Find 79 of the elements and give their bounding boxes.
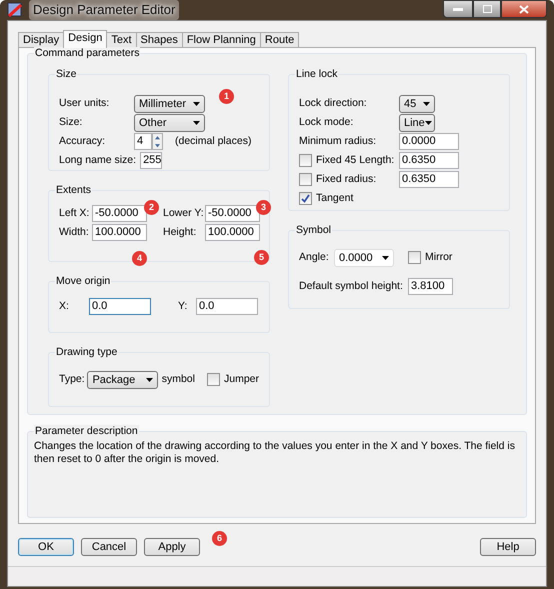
close-button[interactable] bbox=[501, 0, 547, 18]
minimize-button[interactable] bbox=[443, 0, 473, 18]
caret-icon bbox=[424, 120, 432, 124]
checkbox-label: Mirror bbox=[425, 250, 452, 265]
app-icon bbox=[7, 2, 23, 18]
field-label: Y: bbox=[178, 298, 188, 314]
text-field[interactable]: 0.6350 bbox=[399, 171, 459, 188]
text-field[interactable]: 0.0 bbox=[89, 298, 151, 315]
text-field[interactable]: 0.0 bbox=[196, 298, 258, 315]
field-label: User units: bbox=[59, 96, 110, 111]
tab[interactable]: Flow Planning bbox=[182, 32, 261, 46]
caret-icon bbox=[193, 102, 200, 106]
group-title: Parameter description bbox=[34, 425, 139, 438]
field-label: Accuracy: bbox=[59, 134, 106, 149]
field-label: Lock mode: bbox=[299, 114, 354, 130]
field-label: Minimum radius: bbox=[299, 134, 378, 149]
field-label: Height: bbox=[163, 224, 198, 240]
close-icon bbox=[519, 4, 529, 14]
text-field[interactable]: 100.0000 bbox=[205, 224, 260, 241]
tab[interactable]: Design bbox=[63, 30, 108, 48]
group-title: Extents bbox=[55, 184, 92, 196]
checkbox-label: Jumper bbox=[224, 372, 259, 387]
text-field[interactable]: 4 bbox=[134, 133, 152, 150]
dropdown[interactable]: Package bbox=[87, 370, 158, 388]
dialog-button[interactable]: Help bbox=[480, 538, 536, 556]
dropdown[interactable]: 45 bbox=[399, 94, 435, 112]
group-title: Symbol bbox=[295, 224, 332, 236]
field-label: Type: bbox=[59, 372, 86, 387]
window-title: Design Parameter Editor bbox=[29, 0, 180, 20]
checkbox[interactable] bbox=[299, 173, 312, 186]
group-title: Move origin bbox=[55, 274, 112, 288]
dropdown[interactable]: Millimeter bbox=[134, 94, 205, 112]
tab[interactable]: Display bbox=[18, 32, 64, 46]
field-label: Default symbol height: bbox=[299, 278, 404, 294]
text-field[interactable]: 0.6350 bbox=[399, 152, 459, 169]
text-field[interactable]: 100.0000 bbox=[92, 224, 147, 241]
dropdown[interactable]: Other bbox=[134, 114, 205, 132]
caret-icon bbox=[146, 378, 153, 382]
caret-icon bbox=[423, 102, 430, 106]
text-field[interactable]: -50.0000 bbox=[205, 205, 260, 222]
maximize-button[interactable] bbox=[473, 0, 501, 18]
checkbox[interactable] bbox=[206, 373, 220, 386]
group-title: Size bbox=[55, 68, 78, 80]
group-title: Line lock bbox=[295, 68, 338, 80]
caret-icon bbox=[382, 256, 389, 260]
dropdown[interactable]: Line bbox=[399, 114, 435, 132]
field-suffix: symbol bbox=[162, 372, 195, 387]
tab[interactable]: Text bbox=[106, 32, 137, 46]
field-label: Fixed radius: bbox=[316, 172, 378, 187]
text-field[interactable]: 255 bbox=[140, 152, 162, 169]
text-field[interactable]: -50.0000 bbox=[92, 205, 147, 222]
spinner[interactable] bbox=[152, 133, 163, 150]
field-label: Long name size: bbox=[59, 152, 136, 168]
field-label: Angle: bbox=[299, 250, 330, 265]
field-label: Size: bbox=[59, 114, 84, 130]
maximize-icon bbox=[482, 5, 492, 13]
description-text: Changes the location of the drawing according to the values you enter in the X and Y boxes. The field is then reset to 0 after the origin is moved. bbox=[34, 440, 516, 466]
checkbox[interactable] bbox=[408, 251, 421, 264]
field-label: Left X: bbox=[59, 206, 90, 221]
checkbox[interactable] bbox=[299, 192, 312, 205]
field-label: Width: bbox=[59, 224, 90, 240]
dialog-button[interactable]: Cancel bbox=[81, 538, 137, 556]
checkbox-label: Tangent bbox=[316, 190, 354, 206]
tab[interactable]: Route bbox=[260, 32, 300, 46]
text-field[interactable]: 0.0000 bbox=[399, 133, 459, 150]
tab[interactable]: Shapes bbox=[136, 32, 183, 46]
checkbox[interactable] bbox=[299, 154, 312, 167]
group-title: Drawing type bbox=[55, 346, 118, 358]
field-label: Lower Y: bbox=[163, 206, 205, 221]
minimize-icon bbox=[453, 8, 463, 10]
dropdown[interactable]: 0.0000 bbox=[334, 248, 394, 266]
caret-icon bbox=[193, 120, 200, 124]
field-label: X: bbox=[59, 298, 70, 314]
field-suffix: (decimal places) bbox=[175, 134, 252, 149]
field-label: Fixed 45 Length: bbox=[316, 152, 396, 168]
dialog-button[interactable]: Apply bbox=[144, 538, 200, 556]
dialog-button[interactable]: OK bbox=[18, 538, 74, 556]
text-field[interactable]: 3.8100 bbox=[408, 278, 453, 295]
field-label: Lock direction: bbox=[299, 96, 368, 111]
